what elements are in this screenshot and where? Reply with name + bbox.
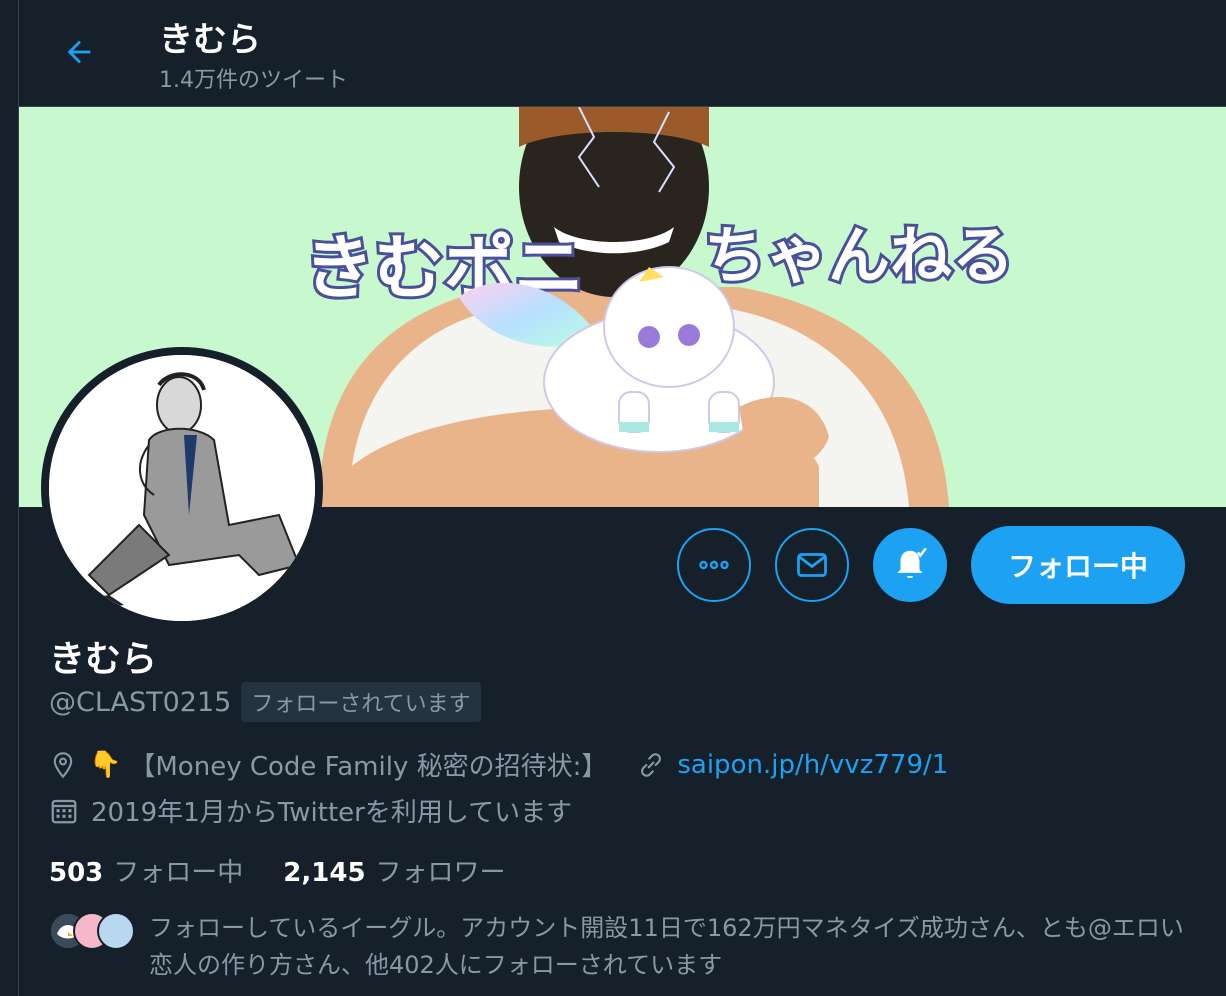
location-icon (49, 751, 77, 779)
handle-row: @CLAST0215 フォローされています (49, 682, 481, 722)
link-icon (637, 751, 665, 779)
mail-icon (797, 553, 827, 577)
calendar-icon (49, 796, 79, 826)
profile-name: きむら (49, 639, 158, 680)
back-button[interactable] (55, 28, 103, 76)
bell-icon (897, 547, 927, 578)
profile-handle: @CLAST0215 (49, 686, 232, 718)
location-link-row: 👇 【Money Code Family 秘密の招待状:】 saipon.jp/… (49, 746, 948, 783)
following-button[interactable]: フォロー中 (971, 526, 1185, 604)
tweet-count: 1.4万件のツイート (159, 68, 348, 93)
more-button[interactable] (677, 528, 751, 602)
mutual-followers-text: フォローしているイーグル。アカウント開設11日で162万円マネタイズ成功さん、と… (149, 914, 1184, 979)
more-icon (699, 560, 729, 570)
followers-label[interactable]: フォロワー (376, 852, 506, 889)
profile-header: きむら 1.4万件のツイート (19, 0, 1226, 107)
followers-count[interactable]: 2,145 (283, 858, 365, 888)
joined-date: 2019年1月からTwitterを利用しています (91, 798, 573, 828)
avatar-image (49, 355, 315, 621)
message-button[interactable] (775, 528, 849, 602)
header-title: きむら (159, 20, 261, 60)
profile-column: きむら 1.4万件のツイート きむポニ ちゃんねる フォロー中 きむら @CLA… (18, 0, 1226, 996)
profile-location: 【Money Code Family 秘密の招待状:】 (129, 752, 608, 782)
notification-button[interactable] (873, 528, 947, 602)
mutual-avatars (49, 910, 135, 950)
follows-you-badge: フォローされています (241, 682, 481, 722)
mutual-avatar (97, 912, 135, 950)
profile-website-link[interactable]: saipon.jp/h/vvz779/1 (677, 750, 948, 780)
following-count[interactable]: 503 (49, 858, 103, 888)
banner-text-right: ちゃんねる (704, 219, 1014, 292)
following-label[interactable]: フォロー中 (113, 852, 243, 889)
joined-row: 2019年1月からTwitterを利用しています (49, 792, 572, 829)
follow-stats: 503 フォロー中 2,145 フォロワー (49, 852, 546, 889)
mutual-followers[interactable]: フォローしているイーグル。アカウント開設11日で162万円マネタイズ成功さん、と… (49, 910, 1199, 984)
profile-avatar[interactable] (41, 347, 323, 629)
arrow-left-icon (67, 40, 91, 64)
location-emoji: 👇 (89, 749, 122, 780)
